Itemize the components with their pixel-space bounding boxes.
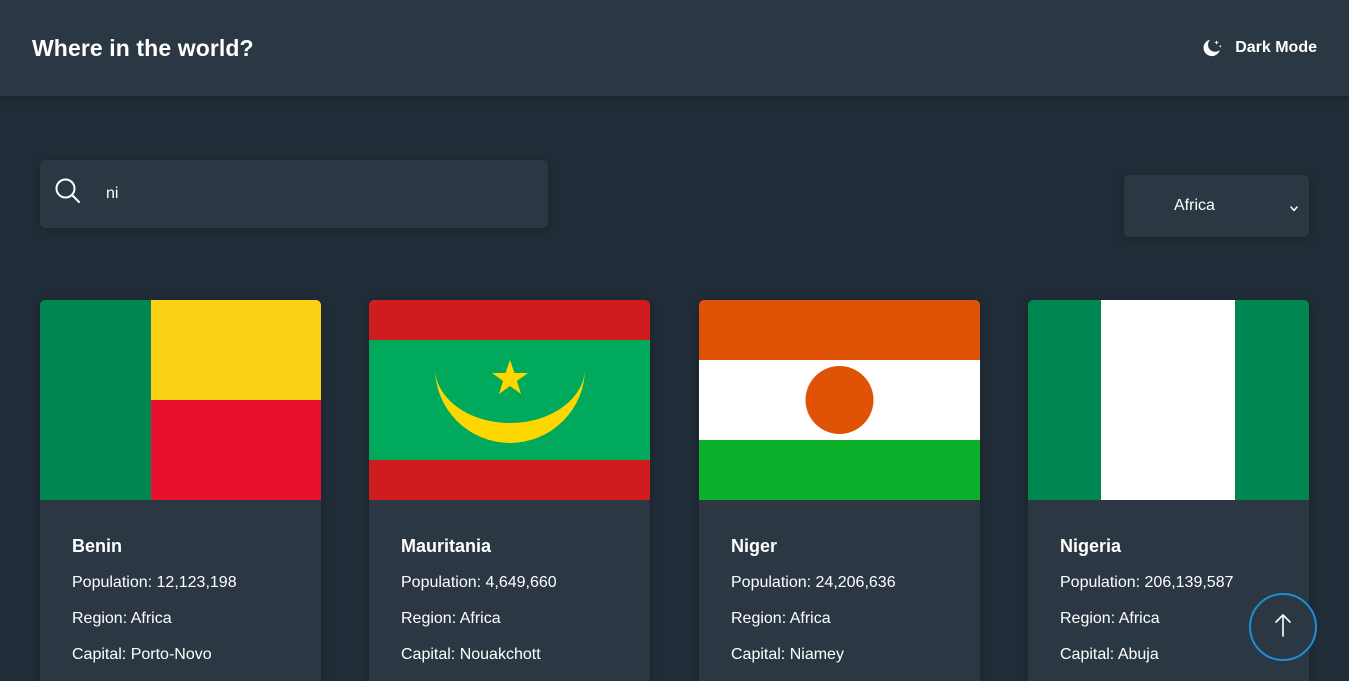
country-population: Population: 12,123,198 [72, 575, 237, 591]
country-flag-nigeria [1028, 300, 1309, 500]
population-label: Population: [401, 574, 482, 591]
app-title: Where in the world? [32, 34, 254, 61]
country-region: Region: Africa [72, 611, 237, 627]
region-label: Region: [72, 610, 128, 627]
country-name: Niger [731, 536, 778, 556]
region-filter-select[interactable]: Africa [1124, 175, 1309, 237]
country-population: Population: 24,206,636 [731, 575, 896, 591]
country-region: Region: Africa [731, 611, 896, 627]
capital-label: Capital: [72, 646, 127, 663]
country-population: Population: 206,139,587 [1060, 575, 1234, 591]
country-card-mauritania[interactable]: Mauritania Population: 4,649,660 Region:… [369, 300, 650, 681]
region-filter-value: Africa [1174, 197, 1215, 214]
region-value: Africa [130, 610, 172, 627]
country-name: Benin [72, 536, 123, 556]
country-region: Region: Africa [401, 611, 557, 627]
region-value: Africa [1118, 610, 1160, 627]
population-label: Population: [72, 574, 153, 591]
country-capital: Capital: Nouakchott [401, 647, 557, 663]
country-name: Mauritania [401, 536, 492, 556]
country-capital: Capital: Abuja [1060, 647, 1234, 663]
scroll-to-top-button[interactable] [1249, 593, 1317, 661]
region-label: Region: [1060, 610, 1116, 627]
dark-mode-label: Dark Mode [1235, 39, 1317, 56]
dark-mode-toggle[interactable]: Dark Mode [1201, 37, 1317, 59]
capital-value: Abuja [1117, 646, 1159, 663]
capital-value: Nouakchott [459, 646, 541, 663]
country-flag-mauritania [369, 300, 650, 500]
country-capital: Capital: Porto-Novo [72, 647, 237, 663]
population-value: 12,123,198 [156, 574, 237, 591]
population-label: Population: [731, 574, 812, 591]
country-capital: Capital: Niamey [731, 647, 896, 663]
arrow-up-icon [1273, 612, 1293, 643]
search-box[interactable] [40, 160, 548, 228]
country-flag-benin [40, 300, 321, 500]
population-value: 24,206,636 [815, 574, 896, 591]
region-label: Region: [401, 610, 457, 627]
country-population: Population: 4,649,660 [401, 575, 557, 591]
country-card-benin[interactable]: Benin Population: 12,123,198 Region: Afr… [40, 300, 321, 681]
population-value: 4,649,660 [485, 574, 557, 591]
site-header: Where in the world? Dark Mode [0, 0, 1349, 96]
search-icon [54, 177, 82, 210]
capital-label: Capital: [401, 646, 456, 663]
region-value: Africa [459, 610, 501, 627]
country-name: Nigeria [1060, 536, 1122, 556]
capital-value: Niamey [789, 646, 844, 663]
population-label: Population: [1060, 574, 1141, 591]
search-input[interactable] [106, 160, 526, 228]
country-flag-niger [699, 300, 980, 500]
chevron-down-icon [1289, 201, 1299, 219]
population-value: 206,139,587 [1144, 574, 1234, 591]
region-label: Region: [731, 610, 787, 627]
region-value: Africa [789, 610, 831, 627]
country-card-niger[interactable]: Niger Population: 24,206,636 Region: Afr… [699, 300, 980, 681]
capital-label: Capital: [731, 646, 786, 663]
capital-value: Porto-Novo [130, 646, 212, 663]
country-region: Region: Africa [1060, 611, 1234, 627]
moon-icon [1201, 37, 1223, 59]
capital-label: Capital: [1060, 646, 1115, 663]
